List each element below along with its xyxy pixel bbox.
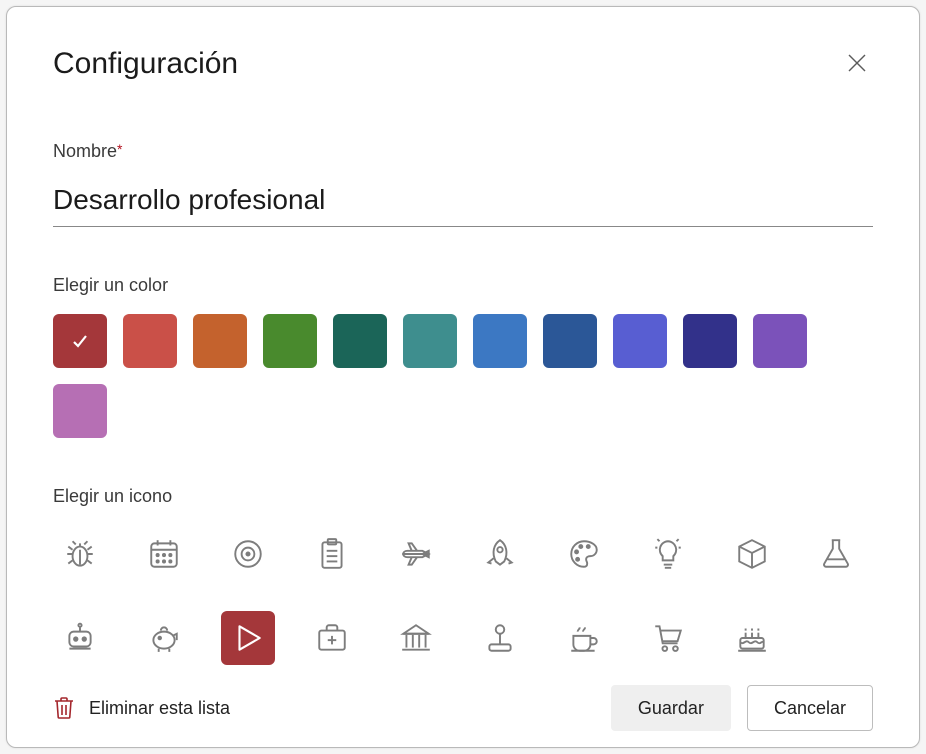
- icon-option-cube-icon[interactable]: [725, 527, 779, 581]
- cube-icon: [735, 537, 769, 571]
- clipboard-icon: [315, 537, 349, 571]
- icon-option-lightbulb-icon[interactable]: [641, 527, 695, 581]
- rocket-icon: [483, 537, 517, 571]
- color-swatch-teal-dark[interactable]: [333, 314, 387, 368]
- delete-list-button[interactable]: Eliminar esta lista: [53, 696, 230, 720]
- icon-option-palette-icon[interactable]: [557, 527, 611, 581]
- close-icon: [848, 54, 866, 72]
- icon-option-plane-icon[interactable]: [389, 527, 443, 581]
- calendar-icon: [147, 537, 181, 571]
- icon-option-bug-icon[interactable]: [53, 527, 107, 581]
- first-aid-icon: [315, 621, 349, 655]
- icon-option-flask-icon[interactable]: [809, 527, 863, 581]
- icon-option-first-aid-icon[interactable]: [305, 611, 359, 665]
- icon-option-cake-icon[interactable]: [725, 611, 779, 665]
- flask-icon: [819, 537, 853, 571]
- robot-icon: [63, 621, 97, 655]
- color-swatch-violet[interactable]: [53, 384, 107, 438]
- coffee-icon: [567, 621, 601, 655]
- name-input[interactable]: [53, 174, 873, 227]
- bug-icon: [63, 537, 97, 571]
- color-swatch-blue-dark[interactable]: [543, 314, 597, 368]
- required-asterisk: *: [117, 141, 122, 157]
- icon-option-cart-icon[interactable]: [641, 611, 695, 665]
- color-swatch-teal[interactable]: [403, 314, 457, 368]
- dialog-title: Configuración: [53, 47, 238, 81]
- color-swatch-purple[interactable]: [753, 314, 807, 368]
- name-label: Nombre: [53, 141, 117, 161]
- name-field: Nombre*: [53, 141, 873, 227]
- icon-option-bank-icon[interactable]: [389, 611, 443, 665]
- plane-icon: [399, 537, 433, 571]
- cancel-button[interactable]: Cancelar: [747, 685, 873, 731]
- color-section-label: Elegir un color: [53, 275, 873, 296]
- lightbulb-icon: [651, 537, 685, 571]
- cake-icon: [735, 621, 769, 655]
- icon-grid: [53, 527, 873, 665]
- save-button[interactable]: Guardar: [611, 685, 731, 731]
- piggy-bank-icon: [147, 621, 181, 655]
- close-button[interactable]: [841, 47, 873, 79]
- dialog-header: Configuración: [53, 47, 873, 81]
- color-swatch-dark-red[interactable]: [53, 314, 107, 368]
- color-swatch-red[interactable]: [123, 314, 177, 368]
- color-swatch-row: [53, 314, 873, 438]
- icon-option-piggy-bank-icon[interactable]: [137, 611, 191, 665]
- icon-option-rocket-icon[interactable]: [473, 527, 527, 581]
- target-icon: [231, 537, 265, 571]
- trash-icon: [53, 696, 75, 720]
- color-swatch-navy[interactable]: [683, 314, 737, 368]
- color-swatch-orange[interactable]: [193, 314, 247, 368]
- color-swatch-green[interactable]: [263, 314, 317, 368]
- dialog-footer: Eliminar esta lista Guardar Cancelar: [53, 665, 873, 731]
- settings-dialog: Configuración Nombre* Elegir un color El…: [6, 6, 920, 748]
- icon-option-calendar-icon[interactable]: [137, 527, 191, 581]
- cart-icon: [651, 621, 685, 655]
- color-swatch-indigo[interactable]: [613, 314, 667, 368]
- icon-option-target-icon[interactable]: [221, 527, 275, 581]
- icon-section-label: Elegir un icono: [53, 486, 873, 507]
- joystick-icon: [483, 621, 517, 655]
- play-icon: [231, 621, 265, 655]
- icon-option-joystick-icon[interactable]: [473, 611, 527, 665]
- icon-option-clipboard-icon[interactable]: [305, 527, 359, 581]
- bank-icon: [399, 621, 433, 655]
- icon-option-robot-icon[interactable]: [53, 611, 107, 665]
- color-swatch-blue[interactable]: [473, 314, 527, 368]
- icon-option-play-icon[interactable]: [221, 611, 275, 665]
- check-icon: [70, 331, 90, 351]
- palette-icon: [567, 537, 601, 571]
- icon-option-coffee-icon[interactable]: [557, 611, 611, 665]
- delete-list-label: Eliminar esta lista: [89, 698, 230, 719]
